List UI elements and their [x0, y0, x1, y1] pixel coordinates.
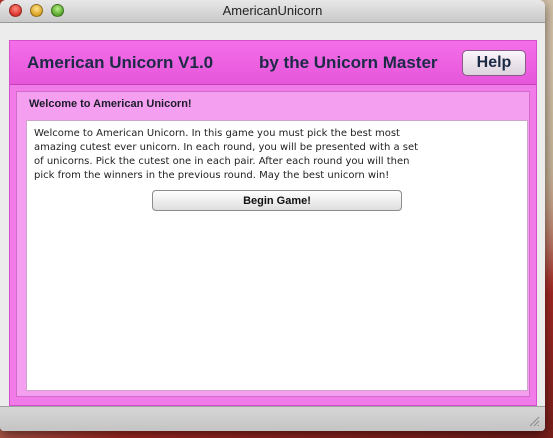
title-bar[interactable]: AmericanUnicorn: [0, 0, 545, 23]
app-window: AmericanUnicorn American Unicorn V1.0 by…: [0, 0, 545, 431]
app-content: American Unicorn V1.0 by the Unicorn Mas…: [9, 40, 537, 406]
welcome-panel: Welcome to American Unicorn! Welcome to …: [16, 91, 530, 397]
panel-title: Welcome to American Unicorn!: [29, 98, 192, 110]
window-title: AmericanUnicorn: [222, 3, 323, 18]
header-bar: American Unicorn V1.0 by the Unicorn Mas…: [10, 41, 536, 85]
intro-text: Welcome to American Unicorn. In this gam…: [34, 128, 419, 181]
welcome-content-area: Welcome to American Unicorn. In this gam…: [26, 120, 528, 391]
begin-game-button[interactable]: Begin Game!: [152, 190, 402, 211]
app-author: by the Unicorn Master: [259, 53, 438, 72]
help-button[interactable]: Help: [462, 50, 526, 76]
app-name: American Unicorn V1.0: [27, 53, 214, 72]
resize-grip-icon[interactable]: [528, 415, 540, 427]
status-bar: [0, 406, 545, 431]
